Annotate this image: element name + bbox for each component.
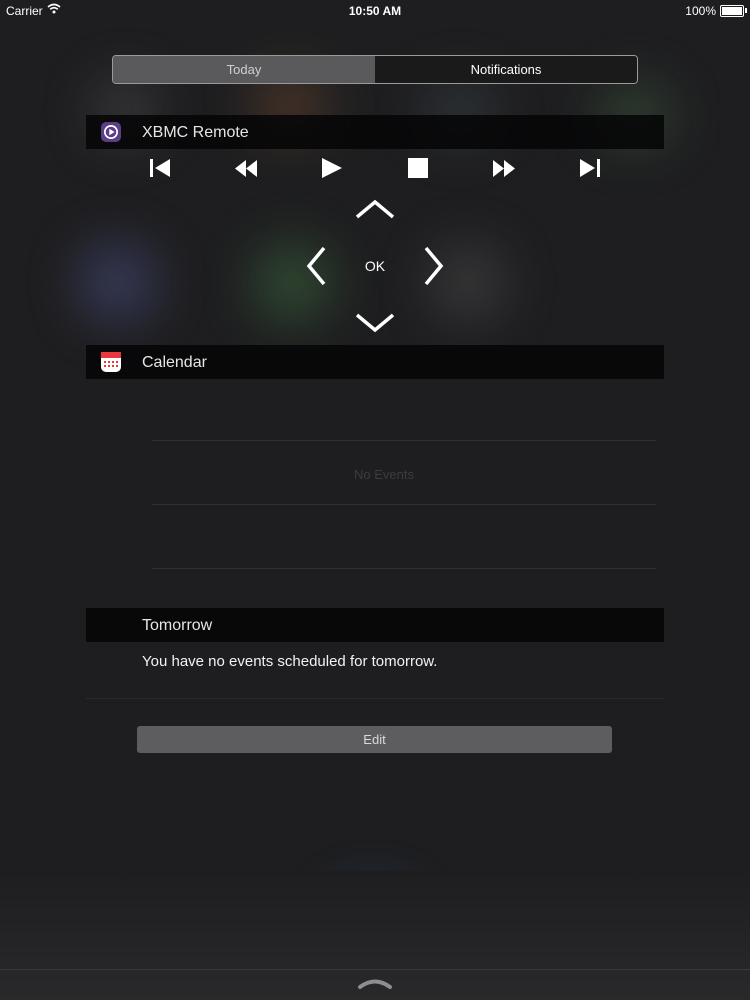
xbmc-widget-title: XBMC Remote xyxy=(142,124,249,141)
xbmc-widget-header[interactable]: XBMC Remote xyxy=(86,115,664,149)
tomorrow-summary: You have no events scheduled for tomorro… xyxy=(142,653,438,670)
battery-tip xyxy=(745,8,747,13)
status-bar: Carrier 10:50 AM 100% xyxy=(0,0,750,22)
arrow-right-icon[interactable] xyxy=(423,246,445,291)
ok-button[interactable]: OK xyxy=(355,258,395,274)
tab-today[interactable]: Today xyxy=(113,56,375,83)
skip-next-icon[interactable] xyxy=(579,158,601,183)
tomorrow-widget-title: Tomorrow xyxy=(142,617,213,634)
tab-notifications[interactable]: Notifications xyxy=(375,56,637,83)
section-divider xyxy=(86,698,664,699)
edit-button[interactable]: Edit xyxy=(137,726,612,753)
arrow-down-icon[interactable] xyxy=(355,313,395,338)
calendar-app-icon xyxy=(101,352,121,372)
arrow-left-icon[interactable] xyxy=(305,246,327,291)
fast-forward-icon[interactable] xyxy=(493,160,515,182)
today-notifications-segmented-control: Today Notifications xyxy=(112,55,638,84)
calendar-divider xyxy=(152,504,656,505)
play-icon[interactable] xyxy=(321,158,343,183)
rewind-icon[interactable] xyxy=(235,160,257,182)
bottom-divider xyxy=(0,969,750,970)
arrow-up-icon[interactable] xyxy=(355,199,395,224)
tomorrow-widget-header[interactable]: Tomorrow xyxy=(86,608,664,642)
grabber-handle-icon[interactable] xyxy=(357,976,393,995)
calendar-widget-header[interactable]: Calendar xyxy=(86,345,664,379)
stop-icon[interactable] xyxy=(408,158,428,183)
battery-icon xyxy=(720,5,744,17)
calendar-divider xyxy=(152,568,656,569)
skip-previous-icon[interactable] xyxy=(149,158,171,183)
battery-percent: 100% xyxy=(685,4,716,18)
clock: 10:50 AM xyxy=(348,4,402,18)
no-events-label: No Events xyxy=(354,467,414,482)
calendar-widget-title: Calendar xyxy=(142,354,207,371)
xbmc-app-icon xyxy=(101,122,121,142)
calendar-divider xyxy=(152,440,656,441)
